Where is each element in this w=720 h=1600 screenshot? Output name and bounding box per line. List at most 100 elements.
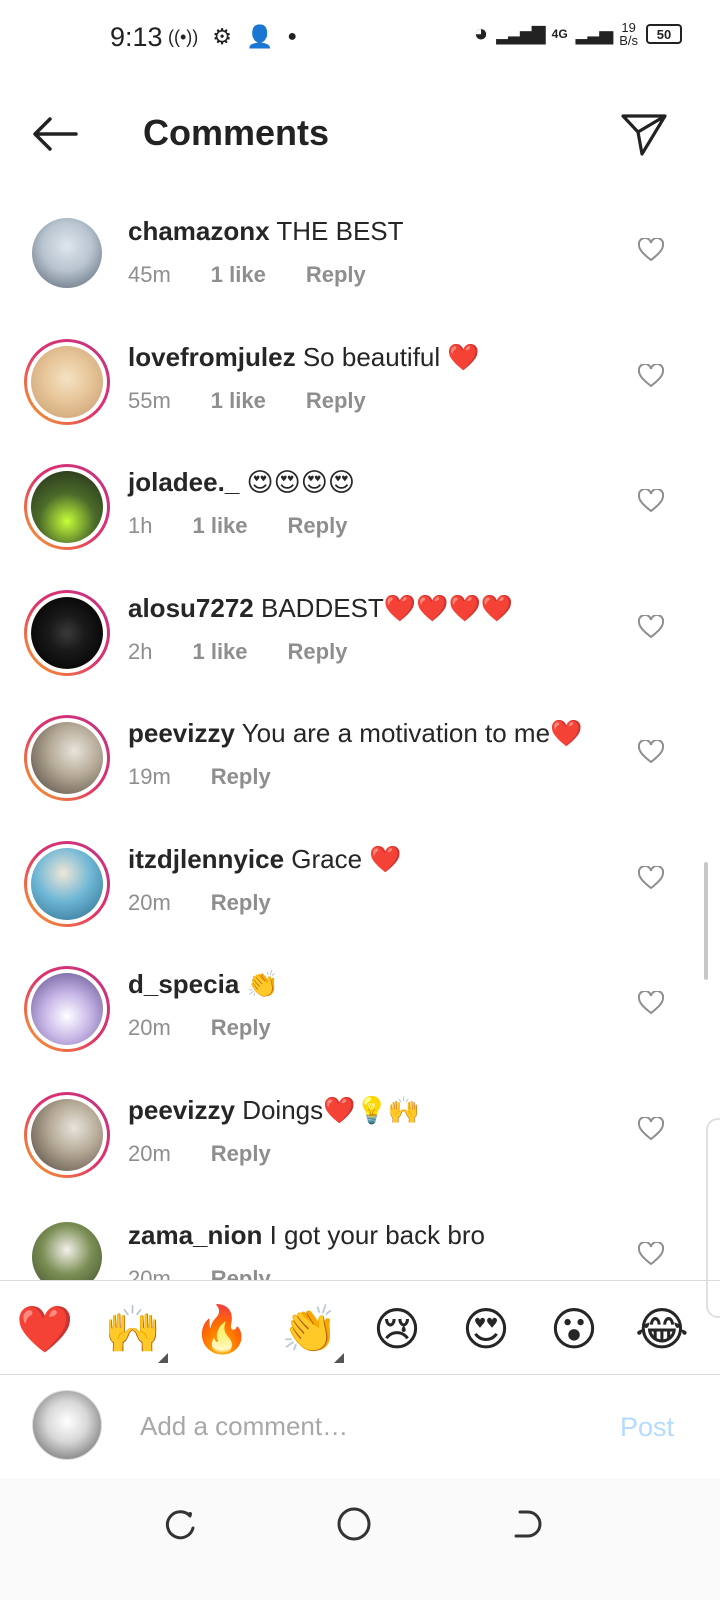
comments-list[interactable]: chamazonx THE BEST 45m 1 like Reply love… — [0, 190, 720, 1280]
emoji-fire[interactable]: 🔥 — [193, 1301, 250, 1357]
comment-item: peevizzy Doings❤️💡🙌 20m Reply — [0, 1069, 720, 1195]
avatar[interactable] — [24, 966, 110, 1052]
comment-meta: 1h 1 like Reply — [128, 513, 347, 539]
comment-time: 55m — [128, 387, 171, 413]
comment-item: d_specia 👏 20m Reply — [0, 943, 720, 1069]
comment-body: Grace ❤️ — [291, 843, 402, 874]
comment-username[interactable]: joladee._ — [128, 467, 239, 497]
reply-button[interactable]: Reply — [288, 639, 348, 665]
scrollbar[interactable] — [704, 862, 708, 980]
comment-text: zama_nion I got your back bro — [128, 1220, 485, 1251]
emoji-surprised[interactable]: 😮 — [546, 1301, 602, 1357]
emoji-heart[interactable]: ❤️ — [16, 1301, 73, 1357]
heart-outline-icon[interactable] — [638, 991, 664, 1015]
gear-icon: ⚙ — [212, 24, 233, 49]
back-nav-icon[interactable] — [508, 1504, 548, 1544]
data-saver-icon: ◕ — [473, 20, 489, 47]
comment-username[interactable]: d_specia — [128, 969, 239, 999]
reply-button[interactable]: Reply — [306, 262, 366, 288]
comment-username[interactable]: chamazonx — [128, 216, 270, 246]
comment-time: 20m — [128, 889, 171, 915]
reply-button[interactable]: Reply — [306, 388, 366, 414]
comment-meta: 20m Reply — [128, 1266, 271, 1280]
avatar[interactable] — [24, 338, 110, 425]
comment-meta: 20m Reply — [128, 1015, 271, 1041]
comment-body: 👏 — [246, 969, 279, 999]
paper-plane-icon — [621, 114, 667, 156]
comment-text: joladee._ 😍😍😍😍 — [128, 467, 355, 498]
emoji-laughing[interactable]: 😂 — [634, 1301, 690, 1357]
emoji-clap[interactable]: 👏 — [281, 1301, 338, 1357]
reply-button[interactable]: Reply — [288, 513, 348, 539]
emoji-crying[interactable]: 😢 — [369, 1301, 425, 1357]
header: Comments — [0, 90, 720, 180]
heart-outline-icon[interactable] — [638, 363, 664, 388]
heart-outline-icon[interactable] — [638, 1116, 664, 1141]
status-bar: 9:13 ((•)) ⚙ 👤 ● ◕ ▂▃▅▇ 4G ▂▃▅ 19 B/s 50 — [0, 0, 720, 80]
recents-icon[interactable] — [160, 1504, 200, 1544]
comment-text: itzdjlennyice Grace ❤️ — [128, 844, 402, 875]
reply-button[interactable]: Reply — [211, 1015, 271, 1041]
comment-username[interactable]: peevizzy — [128, 1095, 235, 1125]
comment-username[interactable]: alosu7272 — [128, 593, 254, 623]
page-title: Comments — [143, 112, 330, 153]
dot-icon: ● — [287, 28, 298, 45]
comment-likes[interactable]: 1 like — [211, 262, 266, 288]
reply-button[interactable]: Reply — [211, 1266, 271, 1280]
heart-outline-icon[interactable] — [638, 238, 664, 262]
signal-icon: ▂▃▅▇ — [496, 23, 545, 44]
heart-outline-icon[interactable] — [638, 740, 664, 764]
comment-time: 45m — [128, 262, 171, 287]
comment-meta: 45m 1 like Reply — [128, 262, 366, 288]
my-avatar[interactable] — [32, 1390, 102, 1460]
avatar[interactable] — [24, 464, 110, 550]
comment-likes[interactable]: 1 like — [192, 639, 247, 665]
heart-outline-icon[interactable] — [638, 865, 664, 890]
comment-username[interactable]: zama_nion — [128, 1220, 262, 1250]
comment-item: lovefromjulez So beautiful ❤️ 55m 1 like… — [0, 316, 720, 442]
avatar[interactable] — [24, 1091, 110, 1178]
avatar[interactable] — [24, 589, 110, 676]
heart-outline-icon[interactable] — [638, 614, 664, 639]
comment-username[interactable]: itzdjlennyice — [128, 844, 284, 874]
comment-meta: 20m Reply — [128, 1141, 271, 1167]
back-button[interactable] — [30, 112, 80, 156]
share-button[interactable] — [620, 110, 668, 158]
reply-button[interactable]: Reply — [211, 764, 271, 790]
network-speed: 19 B/s — [619, 20, 638, 48]
comment-username[interactable]: lovefromjulez — [128, 342, 296, 372]
comment-body: I got your back bro — [269, 1220, 485, 1250]
comment-likes[interactable]: 1 like — [211, 388, 266, 414]
skin-tone-indicator — [158, 1353, 168, 1363]
comment-body: You are a motivation to me❤️ — [241, 718, 583, 748]
comment-text: alosu7272 BADDEST❤️❤️❤️❤️ — [128, 593, 513, 624]
comment-username[interactable]: peevizzy — [128, 718, 235, 748]
avatar[interactable] — [32, 218, 102, 288]
comment-item: alosu7272 BADDEST❤️❤️❤️❤️ 2h 1 like Repl… — [0, 567, 720, 693]
comment-body: THE BEST — [276, 216, 404, 246]
home-icon[interactable] — [334, 1504, 374, 1544]
reply-button[interactable]: Reply — [211, 1141, 271, 1167]
heart-outline-icon[interactable] — [638, 489, 664, 513]
post-button[interactable]: Post — [620, 1412, 674, 1443]
comment-body: So beautiful ❤️ — [302, 341, 480, 372]
comment-time: 1h — [128, 513, 153, 538]
comment-body: BADDEST❤️❤️❤️❤️ — [260, 592, 514, 623]
comment-item: joladee._ 😍😍😍😍 1h 1 like Reply — [0, 441, 720, 567]
reply-button[interactable]: Reply — [211, 890, 271, 916]
emoji-quick-bar: ❤️ 🙌 🔥 👏 😢 😍 😮 😂 — [0, 1280, 720, 1375]
heart-outline-icon[interactable] — [638, 1242, 664, 1266]
avatar[interactable] — [24, 840, 110, 927]
comment-body: 😍😍😍😍 — [246, 467, 355, 497]
comment-item: peevizzy You are a motivation to me❤️ 19… — [0, 692, 720, 818]
comment-likes[interactable]: 1 like — [192, 513, 247, 539]
comment-item: itzdjlennyice Grace ❤️ 20m Reply — [0, 818, 720, 944]
avatar[interactable] — [32, 1222, 102, 1280]
comment-text: peevizzy Doings❤️💡🙌 — [128, 1095, 420, 1126]
emoji-raised-hands[interactable]: 🙌 — [104, 1301, 161, 1357]
status-time: 9:13 — [110, 22, 163, 52]
emoji-heart-eyes[interactable]: 😍 — [458, 1301, 514, 1357]
comment-input[interactable] — [140, 1404, 560, 1448]
avatar[interactable] — [24, 715, 110, 801]
arrow-left-icon — [33, 117, 78, 151]
